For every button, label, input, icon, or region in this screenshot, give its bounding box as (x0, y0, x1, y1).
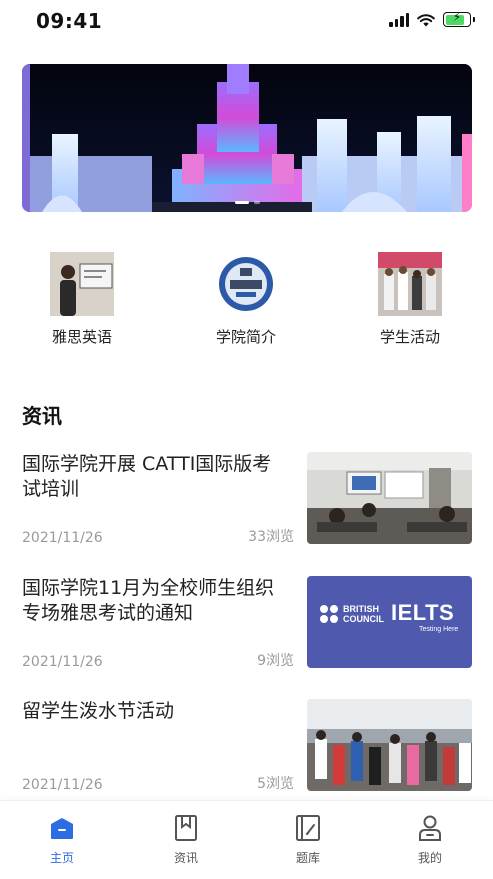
news-thumbnail-water-festival (307, 699, 472, 791)
news-thumbnail-ielts: BRITISH COUNCIL IELTS Testing Here (307, 576, 472, 668)
cellular-signal-icon (389, 12, 409, 27)
bookmark-icon (171, 813, 201, 843)
student-activity-thumb (378, 252, 442, 316)
ice-castle-banner-image (22, 64, 472, 212)
wifi-icon (417, 13, 435, 26)
tab-label: 主页 (49, 851, 74, 865)
ielts-logo: IELTS (391, 600, 455, 625)
news-date: 2021/11/26 (22, 777, 103, 793)
carousel-dot-active[interactable] (234, 201, 249, 204)
british-council-logo-icon (320, 605, 338, 623)
quick-entry-college-intro[interactable]: 学院简介 (191, 252, 301, 347)
banner-carousel[interactable] (22, 64, 472, 212)
tab-label: 题库 (295, 851, 320, 865)
ielts-teacher-thumb (50, 252, 114, 316)
tab-question-bank[interactable]: 题库 (268, 813, 348, 866)
home-icon (47, 813, 77, 843)
bottom-tab-bar: 主页 资讯 题库 我的 (0, 800, 493, 879)
news-title: 国际学院开展 CATTI国际版考试培训 (22, 453, 272, 500)
ielts-tagline: Testing Here (419, 626, 459, 633)
news-date: 2021/11/26 (22, 530, 103, 546)
tab-profile[interactable]: 我的 (390, 813, 470, 866)
quick-entry-label: 雅思英语 (51, 328, 112, 346)
tab-label: 我的 (417, 851, 442, 865)
carousel-indicator (22, 201, 472, 204)
college-emblem-thumb (214, 252, 278, 316)
news-title: 留学生泼水节活动 (22, 700, 175, 722)
quick-entry-ielts[interactable]: 雅思英语 (27, 252, 137, 347)
news-views: 33浏览 (248, 529, 294, 545)
status-time: 09:41 (36, 9, 103, 33)
tab-label: 资讯 (173, 851, 198, 865)
status-icons: ⚡ (389, 10, 475, 27)
question-bank-icon (293, 813, 323, 843)
news-item[interactable]: 国际学院开展 CATTI国际版考试培训 2021/11/26 33浏览 (22, 452, 472, 546)
news-item[interactable]: 国际学院11月为全校师生组织专场雅思考试的通知 2021/11/26 9浏览 B… (22, 576, 472, 670)
news-title: 国际学院11月为全校师生组织专场雅思考试的通知 (22, 577, 275, 624)
quick-entry-label: 学院简介 (215, 328, 276, 346)
news-thumbnail-classroom (307, 452, 472, 544)
charging-bolt-icon: ⚡ (452, 10, 462, 24)
brand-line-2: COUNCIL (343, 614, 384, 624)
quick-entry-label: 学生活动 (379, 328, 440, 346)
quick-entry-student-activity[interactable]: 学生活动 (355, 252, 465, 347)
tab-news[interactable]: 资讯 (146, 813, 226, 866)
news-item[interactable]: 留学生泼水节活动 2021/11/26 5浏览 (22, 699, 472, 793)
british-council-wordmark: BRITISH COUNCIL (343, 604, 384, 624)
tab-home[interactable]: 主页 (22, 813, 102, 866)
news-views: 9浏览 (257, 653, 294, 669)
brand-line-1: BRITISH (343, 604, 379, 614)
carousel-dot[interactable] (253, 201, 260, 204)
profile-icon (415, 813, 445, 843)
quick-entry-row: 雅思英语 学院简介 学生活动 (0, 252, 493, 352)
news-views: 5浏览 (257, 776, 294, 792)
news-date: 2021/11/26 (22, 654, 103, 670)
news-section-title: 资讯 (22, 404, 62, 428)
status-bar: 09:41 ⚡ (0, 0, 493, 44)
battery-icon: ⚡ (443, 10, 475, 27)
